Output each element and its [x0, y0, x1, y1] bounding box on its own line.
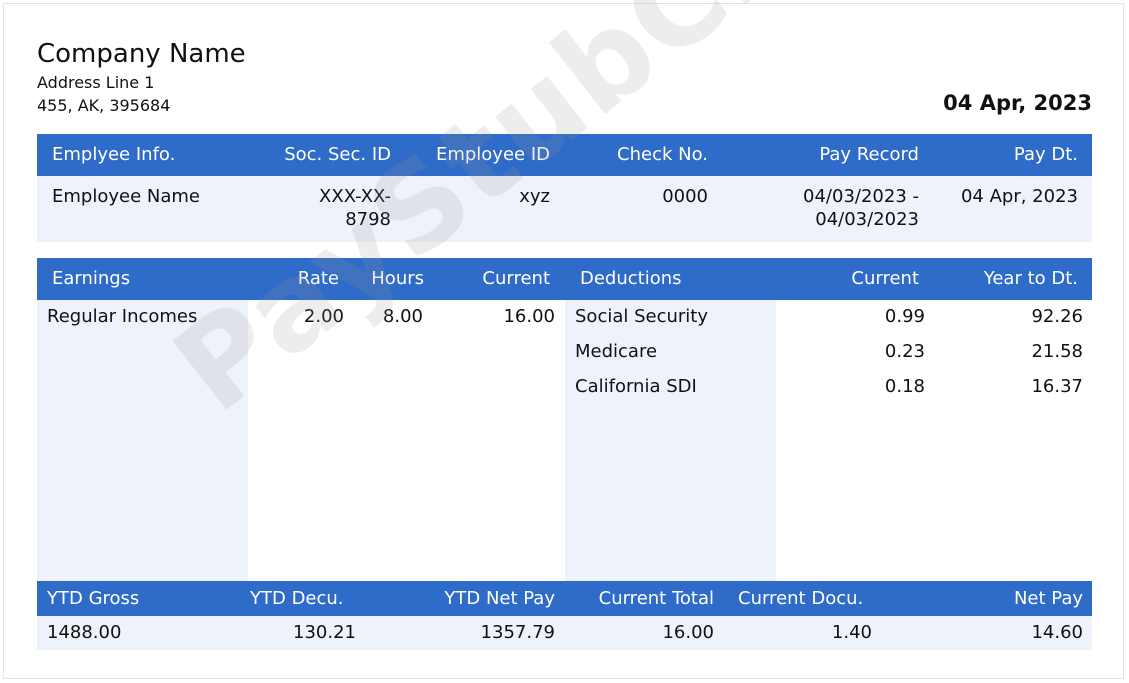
header-check-no: Check No.: [617, 144, 708, 165]
company-address-line1: Address Line 1: [37, 73, 155, 92]
header-deductions: Deductions: [580, 268, 682, 289]
header-ssn: Soc. Sec. ID: [284, 144, 391, 165]
header-ytd-gross: YTD Gross: [47, 588, 140, 609]
earning-rate: 2.00: [303, 306, 344, 327]
deduction-current: 0.23: [884, 341, 925, 362]
pay-date-heading: 04 Apr, 2023: [943, 91, 1092, 115]
employee-name: Employee Name: [52, 186, 200, 207]
header-current-deductions: Current Docu.: [738, 588, 864, 609]
employee-ssn-line1: XXX-XX-: [319, 186, 391, 207]
current-deductions-value: 1.40: [831, 622, 872, 643]
header-earnings: Earnings: [52, 268, 131, 289]
employee-ssn-line2: 8798: [345, 209, 391, 230]
net-pay-value: 14.60: [1031, 622, 1083, 643]
earning-current: 16.00: [503, 306, 555, 327]
header-earnings-current: Current: [482, 268, 550, 289]
pay-record-line2: 04/03/2023: [815, 209, 919, 230]
ytd-gross-value: 1488.00: [47, 622, 122, 643]
ytd-net-pay-value: 1357.79: [480, 622, 555, 643]
check-no-value: 0000: [662, 186, 708, 207]
deduction-ytd: 16.37: [1031, 376, 1083, 397]
company-address-line2: 455, AK, 395684: [37, 96, 171, 115]
header-employee-info: Emplyee Info.: [52, 144, 176, 165]
deduction-name: Social Security: [575, 306, 709, 327]
pay-record-line1: 04/03/2023 -: [803, 186, 919, 207]
earning-name: Regular Incomes: [47, 306, 198, 327]
header-year-to-date: Year to Dt.: [983, 268, 1078, 289]
deduction-name: Medicare: [575, 341, 658, 362]
header-hours: Hours: [371, 268, 424, 289]
company-name: Company Name: [37, 39, 246, 69]
header-ytd-deductions: YTD Decu.: [250, 588, 344, 609]
header-ytd-net-pay: YTD Net Pay: [444, 588, 555, 609]
deduction-ytd: 92.26: [1031, 306, 1083, 327]
header-deductions-current: Current: [851, 268, 919, 289]
deduction-ytd: 21.58: [1031, 341, 1083, 362]
deduction-name: California SDI: [575, 376, 697, 397]
header-rate: Rate: [297, 268, 339, 289]
header-net-pay: Net Pay: [1013, 588, 1083, 609]
header-pay-date: Pay Dt.: [1013, 144, 1078, 165]
deduction-current: 0.99: [884, 306, 925, 327]
employee-id-value: xyz: [519, 186, 550, 207]
ytd-deductions-value: 130.21: [293, 622, 356, 643]
header-current-total: Current Total: [598, 588, 714, 609]
header-employee-id: Employee ID: [435, 144, 550, 165]
header-pay-record: Pay Record: [819, 144, 919, 165]
earnings-name-column: [37, 300, 248, 581]
current-total-value: 16.00: [662, 622, 714, 643]
deduction-current: 0.18: [884, 376, 925, 397]
earning-hours: 8.00: [382, 306, 423, 327]
pay-date-value: 04 Apr, 2023: [960, 186, 1078, 207]
